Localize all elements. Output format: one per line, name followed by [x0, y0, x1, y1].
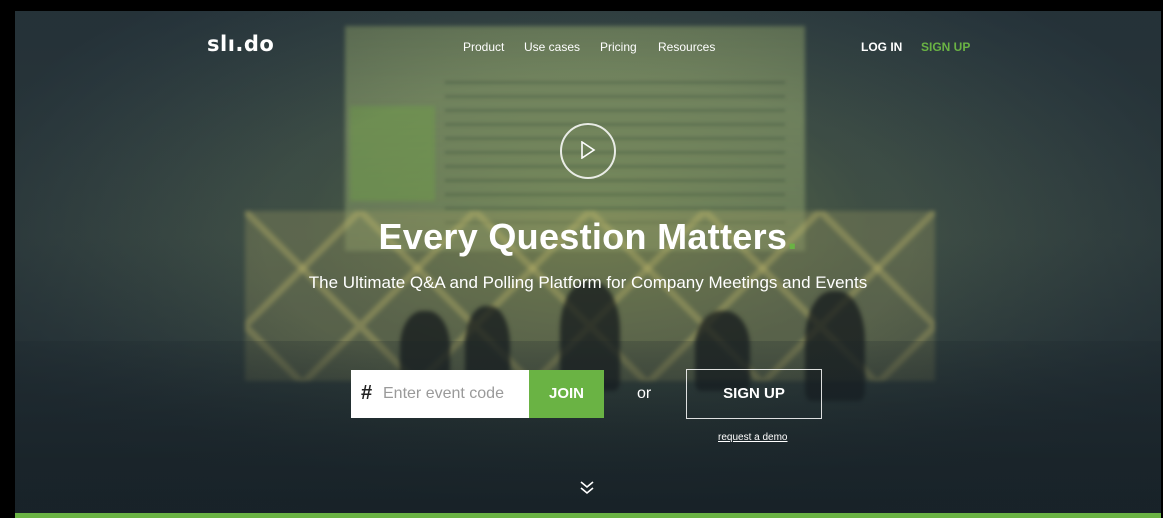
nav-item-pricing[interactable]: Pricing [600, 40, 637, 54]
headline-accent-dot: . [787, 216, 798, 257]
play-video-button[interactable] [560, 123, 616, 179]
event-code-field[interactable]: # [351, 370, 529, 418]
signup-nav-link[interactable]: SIGN UP [921, 40, 970, 54]
play-icon [581, 141, 596, 159]
login-link[interactable]: LOG IN [861, 40, 902, 54]
browser-viewport: slı.do Product Use cases Pricing Resourc… [0, 0, 1163, 518]
join-button[interactable]: JOIN [529, 370, 604, 418]
accent-bar [15, 513, 1161, 518]
hero-headline: Every Question Matters. [15, 216, 1161, 258]
nav-item-use-cases[interactable]: Use cases [524, 40, 580, 54]
double-chevron-down-icon [580, 481, 594, 495]
hero-background-vignette [15, 11, 1161, 513]
request-demo-link[interactable]: request a demo [718, 432, 788, 443]
hero-section: slı.do Product Use cases Pricing Resourc… [15, 11, 1161, 513]
headline-text: Every Question Matters [378, 216, 788, 257]
slido-logo[interactable]: slı.do [207, 32, 274, 56]
or-separator: or [637, 385, 652, 402]
nav-item-resources[interactable]: Resources [658, 40, 715, 54]
hero-subheadline: The Ultimate Q&A and Polling Platform fo… [308, 273, 868, 292]
scroll-down-button[interactable] [578, 479, 596, 497]
nav-item-product[interactable]: Product [463, 40, 504, 54]
hash-icon: # [361, 382, 373, 404]
signup-button[interactable]: SIGN UP [686, 369, 822, 419]
event-code-input[interactable] [383, 370, 525, 418]
